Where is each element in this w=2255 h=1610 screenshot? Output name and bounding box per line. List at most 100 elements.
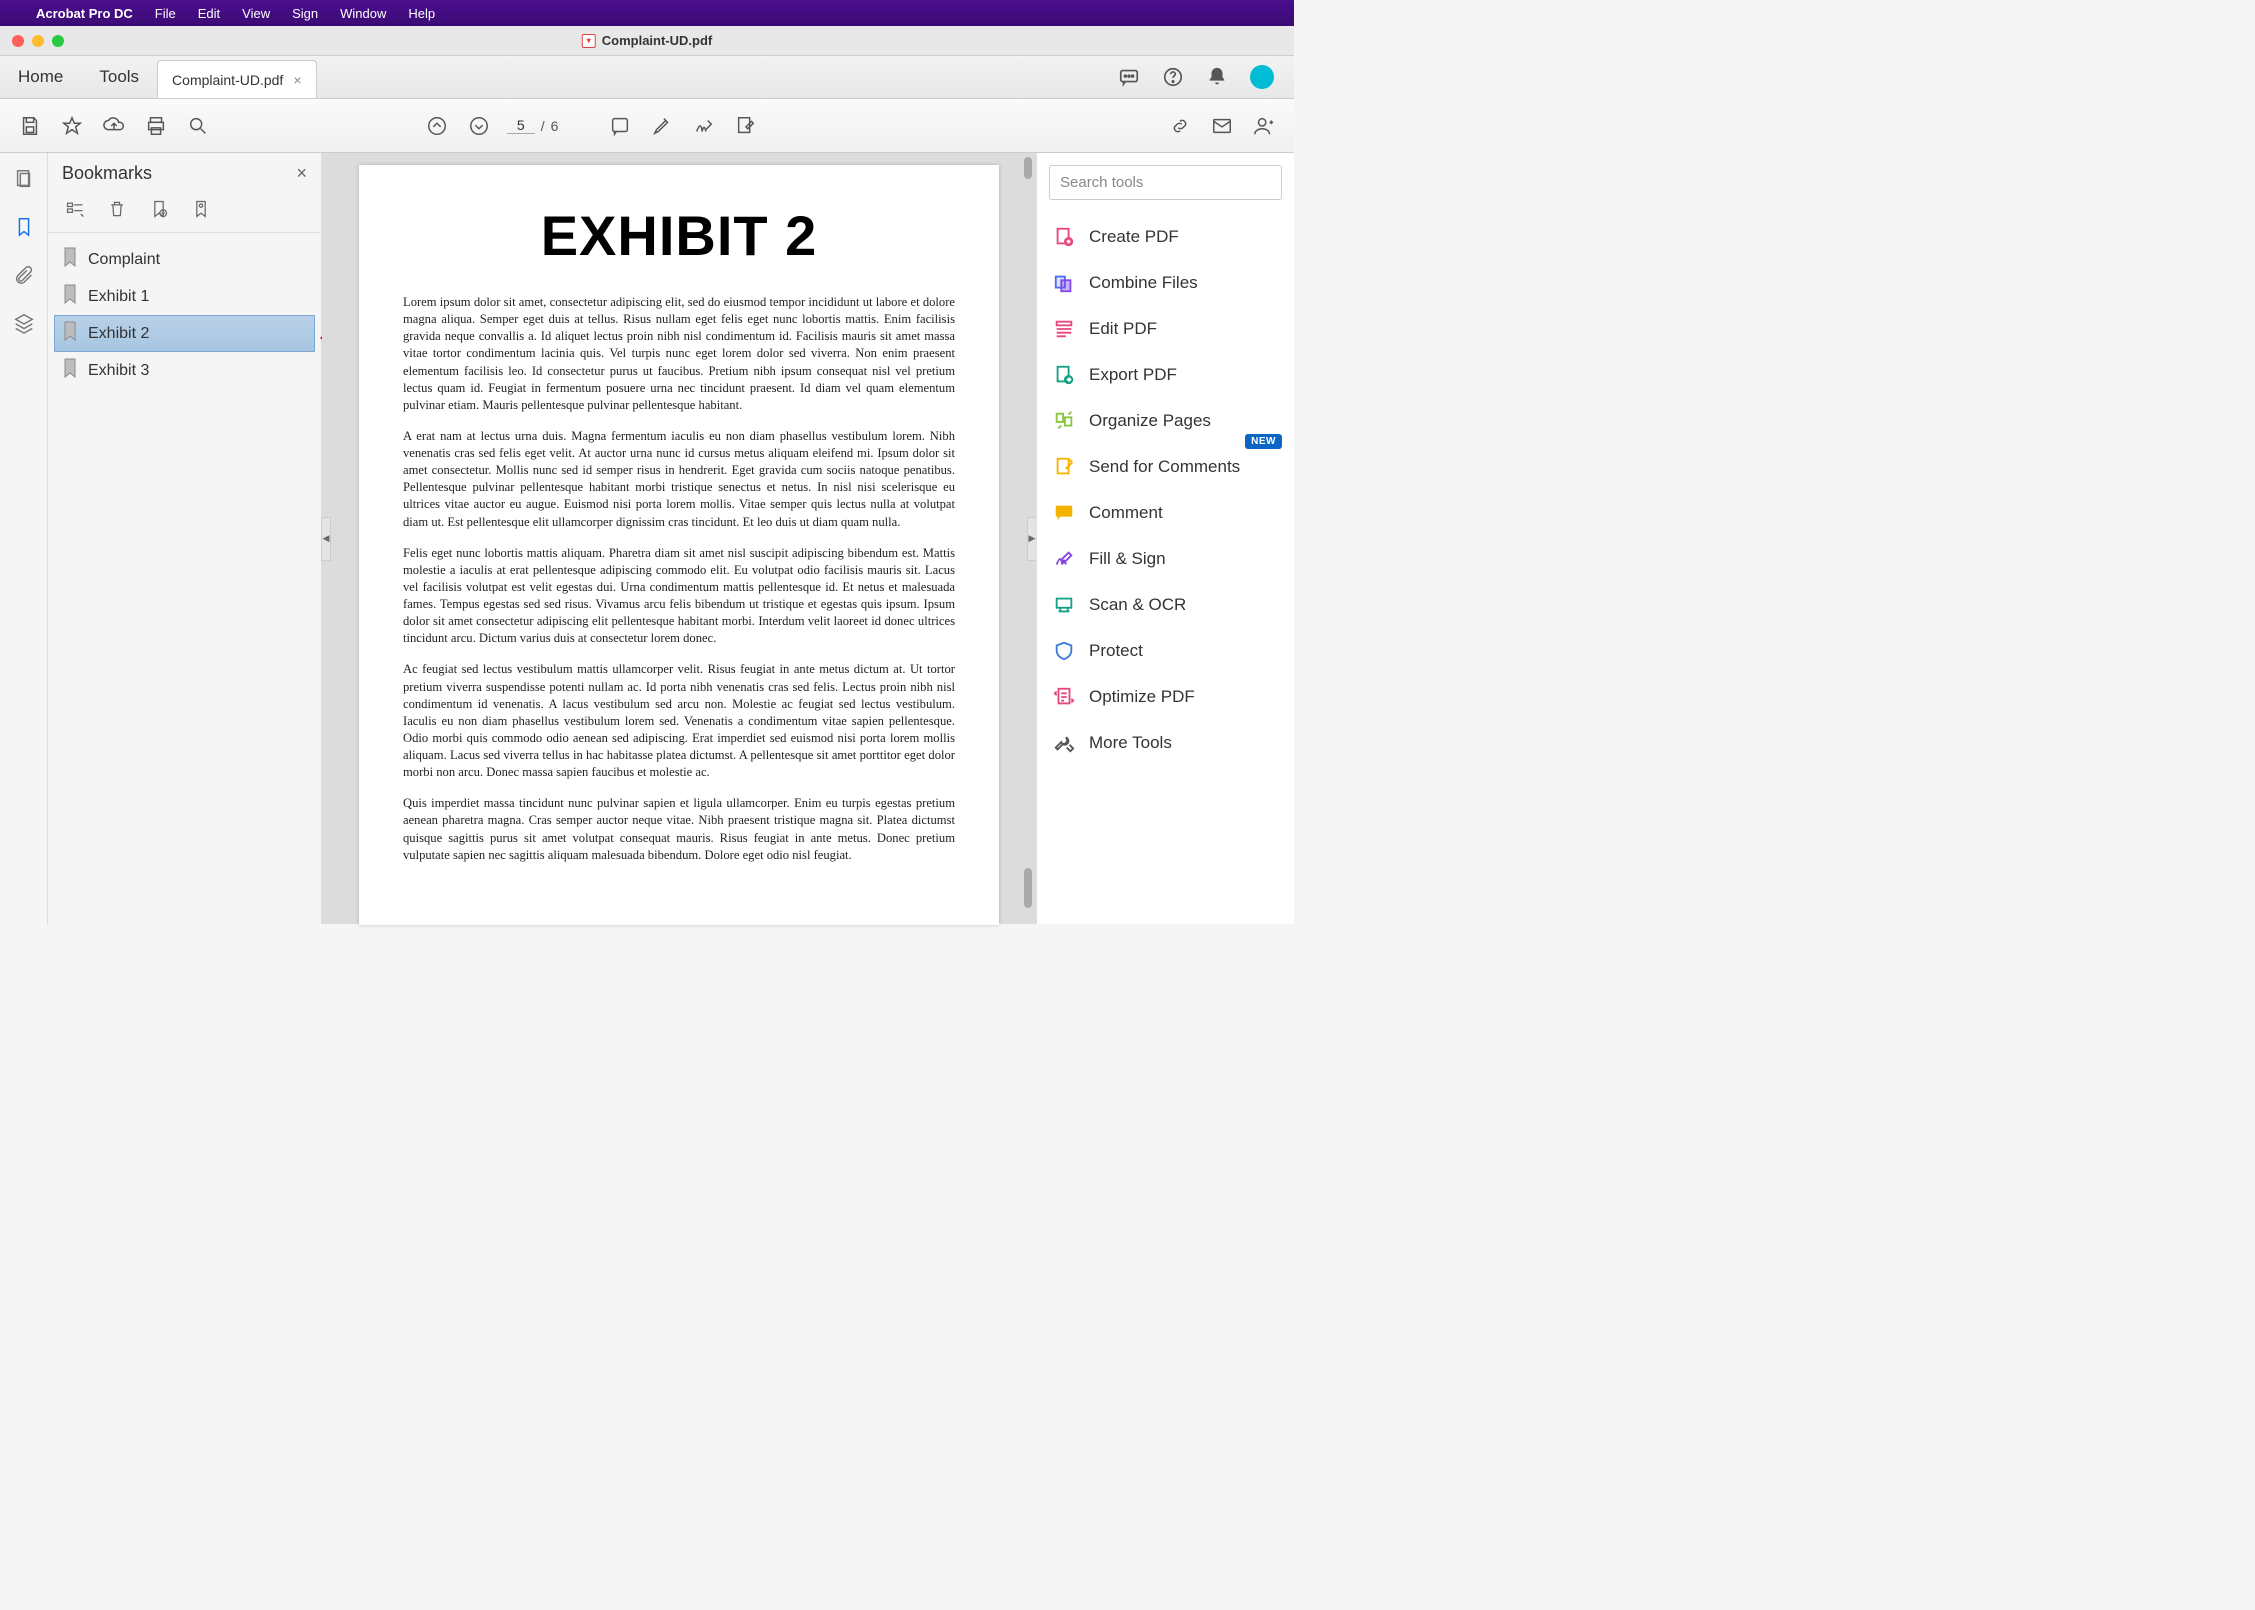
bookmarks-title: Bookmarks: [62, 163, 152, 184]
tool-scan-ocr[interactable]: Scan & OCR: [1049, 582, 1282, 628]
attachments-icon[interactable]: [12, 263, 36, 287]
bookmark-small-icon: [62, 358, 78, 383]
export-pdf-icon: [1053, 364, 1075, 386]
edit-page-icon[interactable]: [732, 112, 760, 140]
scrollbar-thumb[interactable]: [1024, 868, 1032, 908]
body-paragraph: Quis imperdiet massa tincidunt nunc pulv…: [403, 795, 955, 864]
comment-icon: [1053, 502, 1075, 524]
more-tools-icon: [1053, 732, 1075, 754]
pdf-icon: ▾: [582, 34, 596, 48]
cloud-upload-icon[interactable]: [100, 112, 128, 140]
minimize-icon[interactable]: [32, 35, 44, 47]
tabbar: Home Tools Complaint-UD.pdf ×: [0, 56, 1294, 99]
body-paragraph: Felis eget nunc lobortis mattis aliquam.…: [403, 545, 955, 648]
document-viewer[interactable]: ◀ EXHIBIT 2 Lorem ipsum dolor sit amet, …: [322, 153, 1036, 924]
tool-label: Fill & Sign: [1089, 549, 1166, 569]
comments-icon[interactable]: [1118, 66, 1140, 88]
page-down-icon[interactable]: [465, 112, 493, 140]
bookmark-tag-icon[interactable]: [188, 196, 214, 222]
scrollbar-thumb-top[interactable]: [1024, 157, 1032, 179]
search-icon[interactable]: [184, 112, 212, 140]
window-titlebar: ▾ Complaint-UD.pdf: [0, 26, 1294, 56]
scan-ocr-icon: [1053, 594, 1075, 616]
email-icon[interactable]: [1208, 112, 1236, 140]
edit-pdf-icon: [1053, 318, 1075, 340]
thumbnails-icon[interactable]: [12, 167, 36, 191]
bookmark-item-selected[interactable]: Exhibit 2: [54, 315, 315, 352]
menu-file[interactable]: File: [155, 6, 176, 21]
tool-create-pdf[interactable]: Create PDF: [1049, 214, 1282, 260]
window-title: ▾ Complaint-UD.pdf: [582, 33, 712, 48]
tools-panel: Search tools Create PDF Combine Files Ed…: [1036, 153, 1294, 924]
bookmark-item[interactable]: Exhibit 1: [48, 278, 321, 315]
combine-files-icon: [1053, 272, 1075, 294]
tool-protect[interactable]: Protect: [1049, 628, 1282, 674]
bookmark-label: Exhibit 2: [88, 325, 149, 343]
bookmark-delete-icon[interactable]: [104, 196, 130, 222]
user-avatar[interactable]: [1250, 65, 1274, 89]
menu-edit[interactable]: Edit: [198, 6, 220, 21]
bookmark-label: Complaint: [88, 251, 160, 269]
highlight-icon[interactable]: [648, 112, 676, 140]
toolbar: / 6: [0, 99, 1294, 153]
tool-edit-pdf[interactable]: Edit PDF: [1049, 306, 1282, 352]
close-tab-icon[interactable]: ×: [293, 72, 301, 88]
tool-send-for-comments[interactable]: NEW Send for Comments: [1049, 444, 1282, 490]
collapse-left-panel-icon[interactable]: ◀: [321, 517, 331, 561]
optimize-pdf-icon: [1053, 686, 1075, 708]
bookmarks-options-icon[interactable]: [62, 196, 88, 222]
body-paragraph: Ac feugiat sed lectus vestibulum mattis …: [403, 661, 955, 781]
app-name[interactable]: Acrobat Pro DC: [36, 6, 133, 21]
sticky-note-icon[interactable]: [606, 112, 634, 140]
help-icon[interactable]: [1162, 66, 1184, 88]
body-paragraph: A erat nam at lectus urna duis. Magna fe…: [403, 428, 955, 531]
bookmark-label: Exhibit 3: [88, 362, 149, 380]
bookmark-item[interactable]: Exhibit 3: [48, 352, 321, 389]
tab-document[interactable]: Complaint-UD.pdf ×: [157, 60, 316, 98]
menu-view[interactable]: View: [242, 6, 270, 21]
page-up-icon[interactable]: [423, 112, 451, 140]
page-total: 6: [551, 118, 559, 134]
save-icon[interactable]: [16, 112, 44, 140]
pdf-page: EXHIBIT 2 Lorem ipsum dolor sit amet, co…: [359, 165, 999, 925]
menu-window[interactable]: Window: [340, 6, 386, 21]
bookmarks-icon[interactable]: [12, 215, 36, 239]
bookmarks-close-icon[interactable]: ×: [296, 163, 307, 184]
notifications-icon[interactable]: [1206, 66, 1228, 88]
tool-label: Send for Comments: [1089, 457, 1240, 477]
page-sep: /: [541, 118, 545, 134]
menu-sign[interactable]: Sign: [292, 6, 318, 21]
create-pdf-icon: [1053, 226, 1075, 248]
bookmark-small-icon: [62, 284, 78, 309]
page-heading: EXHIBIT 2: [403, 203, 955, 268]
tool-export-pdf[interactable]: Export PDF: [1049, 352, 1282, 398]
tool-fill-sign[interactable]: Fill & Sign: [1049, 536, 1282, 582]
add-person-icon[interactable]: [1250, 112, 1278, 140]
bookmark-item[interactable]: Complaint: [48, 241, 321, 278]
tool-optimize-pdf[interactable]: Optimize PDF: [1049, 674, 1282, 720]
close-icon[interactable]: [12, 35, 24, 47]
tool-comment[interactable]: Comment: [1049, 490, 1282, 536]
traffic-lights: [0, 35, 64, 47]
bookmark-small-icon: [62, 247, 78, 272]
tab-tools[interactable]: Tools: [81, 55, 157, 98]
menu-help[interactable]: Help: [408, 6, 435, 21]
tab-home[interactable]: Home: [0, 55, 81, 98]
fill-sign-icon: [1053, 548, 1075, 570]
bookmarks-panel: Bookmarks × Complaint Exhibit 1 Exhibit …: [48, 153, 322, 924]
sign-icon[interactable]: [690, 112, 718, 140]
tool-more-tools[interactable]: More Tools: [1049, 720, 1282, 766]
star-icon[interactable]: [58, 112, 86, 140]
share-link-icon[interactable]: [1166, 112, 1194, 140]
page-current-input[interactable]: [507, 117, 535, 134]
layers-icon[interactable]: [12, 311, 36, 335]
print-icon[interactable]: [142, 112, 170, 140]
search-tools-input[interactable]: Search tools: [1049, 165, 1282, 200]
macos-menubar: Acrobat Pro DC File Edit View Sign Windo…: [0, 0, 1294, 26]
zoom-icon[interactable]: [52, 35, 64, 47]
protect-icon: [1053, 640, 1075, 662]
tool-combine-files[interactable]: Combine Files: [1049, 260, 1282, 306]
bookmark-add-icon[interactable]: [146, 196, 172, 222]
organize-pages-icon: [1053, 410, 1075, 432]
window-title-text: Complaint-UD.pdf: [602, 33, 712, 48]
